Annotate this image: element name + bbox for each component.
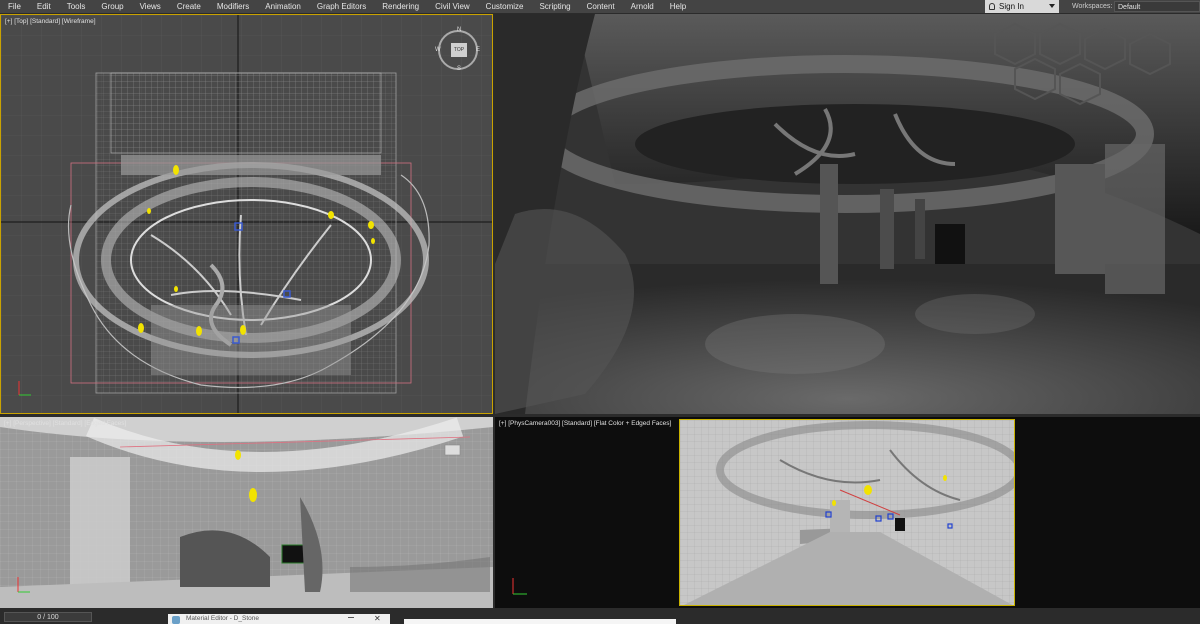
viewport-label-perspective[interactable]: [+] [Perspective] [Standard] [Edged Face… <box>4 420 126 427</box>
menu-item-civil-view[interactable]: Civil View <box>427 0 478 13</box>
compass-n: N <box>457 27 462 33</box>
minimize-icon[interactable] <box>348 617 354 618</box>
menu-item-create[interactable]: Create <box>169 0 209 13</box>
menu-item-scripting[interactable]: Scripting <box>531 0 578 13</box>
top-wireframe-view <box>1 15 492 413</box>
menu-item-graph-editors[interactable]: Graph Editors <box>309 0 374 13</box>
menu-item-customize[interactable]: Customize <box>478 0 532 13</box>
render-view <box>495 14 1200 414</box>
compass-e: E <box>476 47 481 53</box>
axis-tripod-icon <box>512 578 527 595</box>
menu-item-rendering[interactable]: Rendering <box>374 0 427 13</box>
viewport-label-camera[interactable]: [+] [PhysCamera003] [Standard] [Flat Col… <box>499 420 671 427</box>
compass-s: S <box>457 66 462 72</box>
material-editor-window[interactable]: Material Editor - D_Stone <box>168 614 390 624</box>
perspective-view <box>0 417 493 608</box>
menu-item-modifiers[interactable]: Modifiers <box>209 0 257 13</box>
camera-view <box>680 420 1014 605</box>
menu-item-tools[interactable]: Tools <box>59 0 94 13</box>
workspaces-select[interactable]: Default <box>1114 1 1200 12</box>
viewport-render[interactable] <box>495 14 1200 414</box>
viewport-label-top[interactable]: [+] [Top] [Standard] [Wireframe] <box>5 18 96 25</box>
camera-safe-frame <box>679 419 1015 606</box>
viewport-perspective[interactable]: [+] [Perspective] [Standard] [Edged Face… <box>0 417 493 608</box>
time-slider[interactable]: 0 / 100 <box>4 612 92 622</box>
chevron-down-icon <box>1049 4 1055 8</box>
menu-item-content[interactable]: Content <box>579 0 623 13</box>
workspaces-label: Workspaces: <box>1072 3 1113 10</box>
viewport-camera[interactable]: [+] [PhysCamera003] [Standard] [Flat Col… <box>495 417 1200 608</box>
viewport-top[interactable]: [+] [Top] [Standard] [Wireframe] TOP N S… <box>0 14 493 414</box>
menu-item-views[interactable]: Views <box>132 0 169 13</box>
floating-panel <box>404 619 676 624</box>
viewcube[interactable]: TOP N S W E <box>435 27 481 72</box>
material-editor-icon <box>172 616 180 624</box>
menu-item-edit[interactable]: Edit <box>29 0 59 13</box>
viewcube-face[interactable]: TOP <box>451 43 467 57</box>
menu-item-file[interactable]: File <box>0 0 29 13</box>
menu-item-animation[interactable]: Animation <box>257 0 309 13</box>
sign-in-dropdown[interactable]: Sign In <box>985 0 1059 13</box>
close-icon[interactable]: ✕ <box>374 614 381 624</box>
compass-w: W <box>435 47 441 53</box>
sign-in-label: Sign In <box>999 2 1024 11</box>
menu-item-help[interactable]: Help <box>662 0 694 13</box>
menu-item-arnold[interactable]: Arnold <box>623 0 662 13</box>
user-icon <box>989 3 995 10</box>
menu-item-group[interactable]: Group <box>93 0 131 13</box>
